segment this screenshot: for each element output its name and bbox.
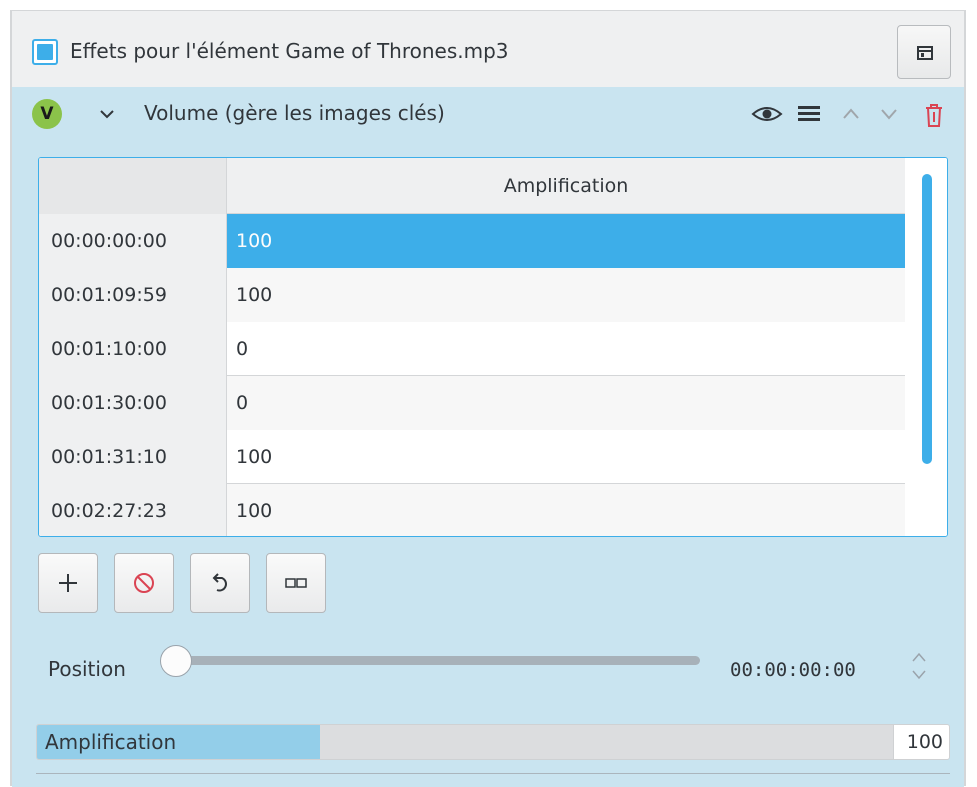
- amplification-slider[interactable]: Amplification 100: [36, 724, 950, 760]
- table-row[interactable]: 00:02:27:23 100: [39, 484, 905, 536]
- effects-title: Effets pour l'élément Game of Thrones.mp…: [70, 39, 509, 63]
- add-keyframe-button[interactable]: [38, 553, 98, 613]
- keyframe-value[interactable]: 0: [227, 376, 905, 430]
- position-timecode[interactable]: 00:00:00:00: [730, 659, 856, 681]
- effects-header: Effets pour l'élément Game of Thrones.mp…: [12, 11, 964, 87]
- eye-icon[interactable]: [750, 100, 784, 128]
- keyframe-value[interactable]: 100: [227, 430, 905, 484]
- position-slider-handle[interactable]: [160, 645, 192, 677]
- menu-bar: [798, 112, 820, 115]
- effect-row: V Volume (gère les images clés): [12, 87, 964, 143]
- position-slider-track[interactable]: [182, 656, 700, 665]
- keyframe-value[interactable]: 100: [227, 484, 905, 536]
- position-label: Position: [48, 657, 126, 681]
- effect-title: Volume (gère les images clés): [144, 101, 445, 125]
- keyframe-value[interactable]: 100: [227, 214, 905, 268]
- table-row[interactable]: 00:01:31:10 100: [39, 430, 905, 484]
- reset-icon: [212, 573, 227, 592]
- table-corner: [39, 158, 227, 214]
- effects-window: Effets pour l'élément Game of Thrones.mp…: [10, 10, 966, 787]
- remove-keyframe-icon: [134, 573, 154, 593]
- menu-icon[interactable]: [796, 101, 822, 127]
- keyframe-value[interactable]: 100: [227, 268, 905, 322]
- checkbox-fill: [37, 44, 53, 60]
- effect-panel: V Volume (gère les images clés) Amplific…: [12, 87, 964, 787]
- menu-bar: [798, 106, 820, 109]
- keyframe-value[interactable]: 0: [227, 322, 905, 376]
- keyframe-table: Amplification 00:00:00:00 100 00:01:09:5…: [38, 157, 948, 537]
- effect-badge: V: [32, 99, 62, 129]
- table-row[interactable]: 00:01:10:00 0: [39, 322, 905, 376]
- effect-enable-checkbox[interactable]: [32, 39, 58, 65]
- amplification-label: Amplification: [45, 730, 177, 754]
- layout-button[interactable]: [897, 25, 951, 79]
- arrow-up-icon[interactable]: [836, 99, 866, 129]
- keyframe-time[interactable]: 00:01:30:00: [39, 376, 227, 430]
- menu-bar: [798, 118, 820, 121]
- trash-icon[interactable]: [918, 99, 950, 131]
- keyframe-time[interactable]: 00:02:27:23: [39, 484, 227, 536]
- table-row[interactable]: 00:00:00:00 100: [39, 214, 905, 268]
- arrow-down-icon[interactable]: [874, 99, 904, 129]
- keyframe-time[interactable]: 00:01:09:59: [39, 268, 227, 322]
- chevron-down-icon[interactable]: [92, 99, 122, 129]
- remove-keyframe-button[interactable]: [114, 553, 174, 613]
- amplification-value[interactable]: 100: [893, 725, 949, 759]
- link-icon: [285, 578, 307, 588]
- add-keyframe-icon: [59, 574, 77, 592]
- table-row[interactable]: 00:01:30:00 0: [39, 376, 905, 430]
- reset-button[interactable]: [190, 553, 250, 613]
- keyframe-time[interactable]: 00:01:10:00: [39, 322, 227, 376]
- column-header-amplification[interactable]: Amplification: [227, 158, 905, 214]
- table-header: Amplification: [39, 158, 905, 214]
- scrollbar-thumb[interactable]: [922, 174, 932, 464]
- keyframe-time[interactable]: 00:01:31:10: [39, 430, 227, 484]
- spinner-icon: [912, 652, 926, 680]
- layout-icon: [917, 46, 933, 60]
- timecode-spinner[interactable]: [908, 649, 930, 683]
- keyframe-time[interactable]: 00:00:00:00: [39, 214, 227, 268]
- divider: [36, 773, 950, 774]
- table-row[interactable]: 00:01:09:59 100: [39, 268, 905, 322]
- link-button[interactable]: [266, 553, 326, 613]
